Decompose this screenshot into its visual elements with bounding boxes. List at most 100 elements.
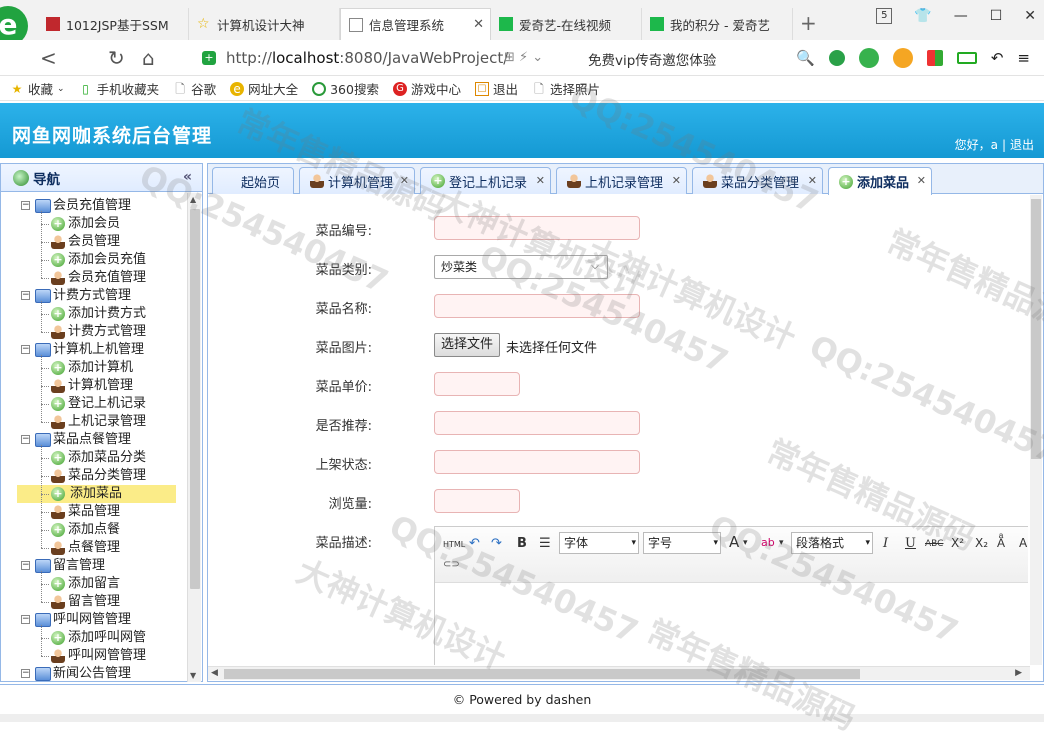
content-vertical-scrollbar[interactable] (1030, 195, 1042, 665)
chevron-down-icon[interactable]: ▾ (743, 538, 748, 548)
url-tools-icons[interactable]: ⊞ ⚡ ⌄ (504, 50, 543, 65)
subscript-button[interactable]: X₂ (975, 536, 988, 550)
dish-price-input[interactable] (434, 372, 520, 396)
nav-item[interactable]: + 添加菜品分类 (1, 449, 186, 467)
link-icon[interactable]: ⊂⊃ (443, 559, 460, 570)
nav-item[interactable]: 计费方式管理 (1, 323, 186, 341)
collapse-toggle-icon[interactable]: − (21, 561, 30, 570)
browser-tab[interactable]: 爱奇艺-在线视频 (491, 8, 642, 40)
nav-item[interactable]: 会员充值管理 (1, 269, 186, 287)
strikethrough-button[interactable]: ABC (925, 539, 943, 549)
maximize-button[interactable]: ☐ (990, 8, 1003, 24)
back-button[interactable]: < (40, 46, 57, 70)
bookmark-favorites[interactable]: ★ 收藏 ⌄ (10, 79, 65, 98)
collapse-toggle-icon[interactable]: − (21, 435, 30, 444)
redo-icon[interactable]: ↷ (491, 536, 502, 551)
nav-group[interactable]: − 菜品点餐管理 (1, 431, 186, 449)
menu-icon[interactable]: ≡ (1017, 49, 1030, 67)
scrollbar-thumb[interactable] (1031, 199, 1041, 459)
tab-counter[interactable]: 5 (876, 8, 893, 24)
scroll-left-icon[interactable]: ◀ (211, 668, 218, 678)
bookmark-item[interactable]: ▯ 手机收藏夹 (79, 79, 159, 98)
font-case-icon[interactable]: A (1019, 536, 1027, 550)
collapse-button[interactable]: « (183, 169, 192, 185)
scrollbar-thumb[interactable] (224, 669, 860, 679)
tab-home[interactable]: 起始页 (212, 167, 294, 194)
collapse-toggle-icon[interactable]: − (21, 345, 30, 354)
battery-icon[interactable] (956, 52, 977, 64)
coin-icon[interactable] (892, 48, 913, 68)
paragraph-format-select[interactable]: 段落格式 ▾ (791, 532, 873, 554)
bookmark-item[interactable]: ☐ 退出 (474, 79, 518, 98)
nav-group[interactable]: − 呼叫网管管理 (1, 611, 186, 629)
browser-tab[interactable]: ☆ 计算机设计大神 (189, 8, 340, 40)
collapse-toggle-icon[interactable]: − (21, 201, 30, 210)
nav-item[interactable]: + 添加计算机 (1, 359, 186, 377)
underline-button[interactable]: U (905, 536, 916, 551)
bookmark-item[interactable]: 🗋 谷歌 (173, 79, 216, 98)
nav-item[interactable]: + 添加留言 (1, 575, 186, 593)
format-icon[interactable]: ☰ (539, 536, 551, 551)
collapse-toggle-icon[interactable]: − (21, 615, 30, 624)
nav-item[interactable]: + 添加点餐 (1, 521, 186, 539)
bookmark-item[interactable]: e 网址大全 (230, 79, 298, 98)
reload-icon[interactable]: ↻ (108, 46, 125, 70)
dish-name-input[interactable] (434, 294, 640, 318)
bookmark-item[interactable]: 360搜索 (312, 79, 379, 98)
nav-item[interactable]: + 添加计费方式 (1, 305, 186, 323)
nav-item[interactable]: + 添加呼叫网管 (1, 629, 186, 647)
scroll-right-icon[interactable]: ▶ (1015, 668, 1022, 678)
translate-icon[interactable] (858, 48, 879, 68)
close-tab-icon[interactable]: ✕ (536, 174, 545, 187)
scrollbar-thumb[interactable] (190, 209, 200, 589)
font-family-select[interactable]: 字体 ▾ (559, 532, 639, 554)
tab-add-dish[interactable]: + 添加菜品 ✕ (828, 167, 932, 195)
scroll-up-icon[interactable]: ▲ (190, 195, 196, 204)
logout-link[interactable]: 退出 (1010, 138, 1034, 152)
nav-item[interactable]: 点餐管理 (1, 539, 186, 557)
bookmark-item[interactable]: 🗋 选择照片 (532, 79, 600, 98)
nav-item[interactable]: 菜品管理 (1, 503, 186, 521)
tab-dish-category-manage[interactable]: 菜品分类管理 ✕ (692, 167, 823, 194)
browser-tab[interactable]: 我的积分 - 爱奇艺 (642, 8, 793, 40)
nav-group[interactable]: − 留言管理 (1, 557, 186, 575)
close-window-button[interactable]: ✕ (1024, 8, 1036, 24)
collapse-toggle-icon[interactable]: − (21, 291, 30, 300)
minimize-button[interactable]: — (954, 8, 968, 24)
scroll-down-icon[interactable]: ▼ (190, 671, 196, 680)
nav-group[interactable]: − 会员充值管理 (1, 197, 186, 215)
nav-item[interactable]: 计算机管理 (1, 377, 186, 395)
tab-session-manage[interactable]: 上机记录管理 ✕ (556, 167, 687, 194)
nav-group[interactable]: − 计费方式管理 (1, 287, 186, 305)
close-tab-icon[interactable]: ✕ (917, 174, 926, 187)
font-color-button[interactable]: A (729, 533, 739, 551)
close-tab-icon[interactable]: ✕ (400, 174, 409, 187)
font-size-select[interactable]: 字号 ▾ (643, 532, 721, 554)
nav-item[interactable]: 留言管理 (1, 593, 186, 611)
undo-icon[interactable]: ↶ (991, 49, 1004, 67)
home-icon[interactable]: ⌂ (142, 46, 155, 70)
italic-button[interactable]: I (883, 536, 888, 551)
nav-item[interactable]: + 添加会员充值 (1, 251, 186, 269)
superscript-button[interactable]: X² (951, 536, 964, 550)
choose-file-button[interactable]: 选择文件 (434, 333, 501, 357)
clear-format-icon[interactable]: Aͣ (997, 536, 1005, 550)
browser-tab-active[interactable]: 信息管理系统 ✕ (340, 8, 491, 40)
dish-code-input[interactable] (434, 216, 640, 240)
shelf-status-input[interactable] (434, 450, 640, 474)
tab-register-session[interactable]: + 登记上机记录 ✕ (420, 167, 551, 194)
close-tab-icon[interactable]: ✕ (473, 17, 484, 32)
nav-item[interactable]: 呼叫网管管理 (1, 647, 186, 665)
bold-button[interactable]: B (517, 536, 527, 551)
undo-icon[interactable]: ↶ (469, 536, 480, 551)
search-icon[interactable]: 🔍 (796, 49, 815, 67)
nav-item[interactable]: + 添加会员 (1, 215, 186, 233)
nav-item[interactable]: 菜品分类管理 (1, 467, 186, 485)
views-input[interactable] (434, 489, 520, 513)
bookmark-item[interactable]: G 游戏中心 (392, 79, 461, 98)
scissors-icon[interactable] (828, 50, 845, 66)
nav-item[interactable]: + 添加菜品 (1, 485, 186, 503)
content-horizontal-scrollbar[interactable]: ◀ ▶ (208, 666, 1030, 680)
nav-group[interactable]: − 新闻公告管理 (1, 665, 186, 682)
nav-item[interactable]: 上机记录管理 (1, 413, 186, 431)
